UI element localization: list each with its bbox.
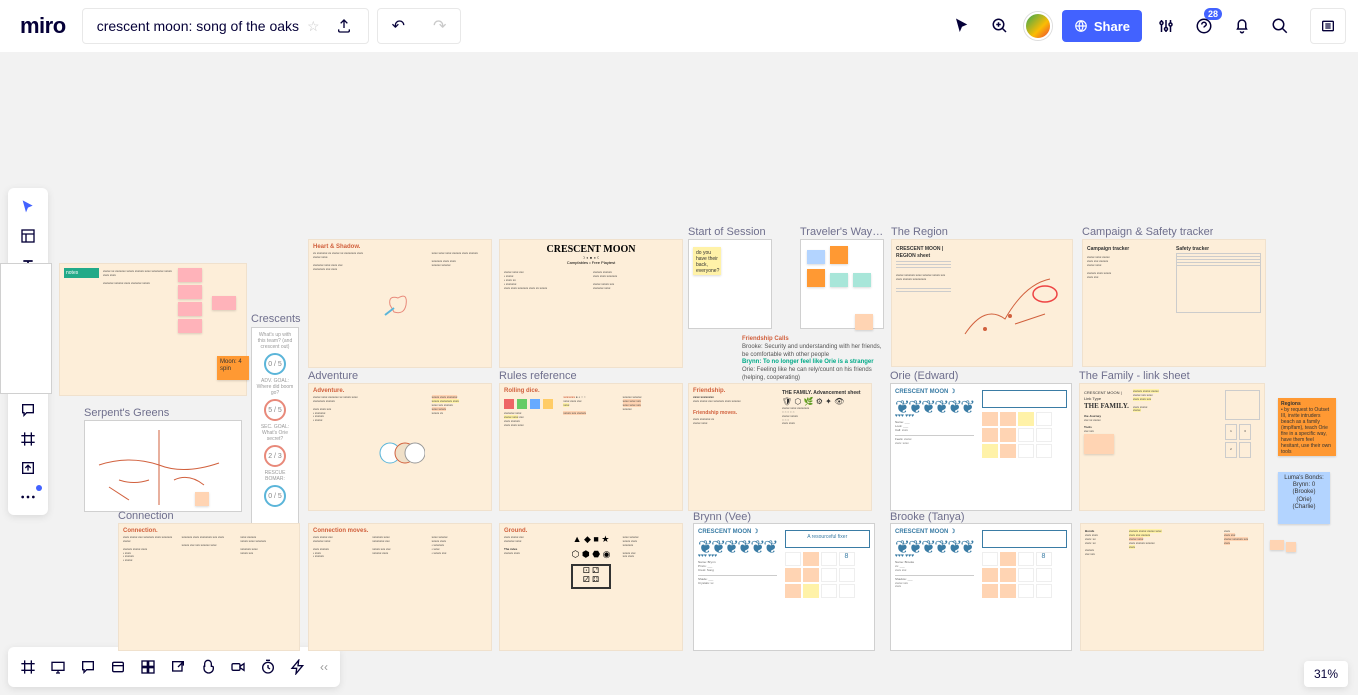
- frame-rules[interactable]: Rolling dice. xxxxxxx xxxxxxxxx xxxx xxx…: [499, 383, 683, 511]
- cursor-mode-icon[interactable]: [948, 12, 976, 40]
- frame-label-orie[interactable]: Orie (Edward): [890, 370, 958, 382]
- bonds-b: (Brooke): [1292, 489, 1315, 495]
- frame-extra-sheet[interactable]: Bondsxxxx xxxxxxxx: xxxxxx: xxxxxxxxxxx …: [1080, 523, 1264, 651]
- cs-title-brooke: CRESCENT MOON ☽: [895, 528, 974, 535]
- search-icon[interactable]: [1266, 12, 1294, 40]
- bonds-c: (Orie): [1296, 497, 1311, 503]
- sticky-mini-1[interactable]: [1270, 540, 1284, 550]
- frame-family[interactable]: CRESCENT MOON | Link Type THE FAMILY. th…: [1079, 383, 1265, 511]
- zoom-plus-icon[interactable]: [986, 12, 1014, 40]
- sticky-travelers-extra[interactable]: [855, 314, 873, 330]
- frame-label-travelers[interactable]: Traveler's Wayp…: [800, 226, 884, 238]
- cs-title-orie: CRESCENT MOON ☽: [895, 388, 974, 395]
- frame-brynn[interactable]: CRESCENT MOON ☽ ❦❦❦❦❦❦ ♥♥♥ ♥♥♥ Name: Bry…: [693, 523, 875, 651]
- frame-label-family[interactable]: The Family - link sheet: [1079, 370, 1190, 382]
- sticky-regions[interactable]: Regions• by request to Outset III, invit…: [1278, 398, 1336, 456]
- frame-connection[interactable]: Connection. xxxx xxxxx xxx xxxxxxx xxxx …: [118, 523, 300, 651]
- bonds-d: (Charlie): [1292, 504, 1315, 510]
- sticky-mini-2[interactable]: [1286, 542, 1296, 552]
- frame-label-region[interactable]: The Region: [891, 226, 948, 238]
- redo-button[interactable]: ↷: [419, 16, 460, 36]
- frame-label-brynn[interactable]: Brynn (Vee): [693, 511, 751, 523]
- frame-region[interactable]: CRESCENT MOON | REGION sheet xxxxx xxxxx…: [891, 239, 1073, 367]
- frame-crescents[interactable]: What's up with this team? (and crescent …: [251, 327, 299, 551]
- frame-label-tracker[interactable]: Campaign & Safety tracker: [1082, 226, 1213, 238]
- sticky-serpents[interactable]: [195, 492, 209, 506]
- board-title[interactable]: crescent moon: song of the oaks: [97, 18, 299, 34]
- fc-title: Friendship Calls: [742, 336, 882, 344]
- frame-partial-left[interactable]: [0, 263, 52, 394]
- cs-title-brynn: CRESCENT MOON ☽: [698, 528, 777, 535]
- frame-adventure[interactable]: Adventure. xxxxx xxxx xxxxxxx xx xxxxx x…: [308, 383, 492, 511]
- frame-serpents[interactable]: [84, 420, 242, 512]
- crescent-circle-3: 2 / 3: [264, 445, 286, 467]
- fc-line-3: Orie: Feeling like he can rely/count on …: [742, 367, 882, 383]
- share-button[interactable]: Share: [1062, 10, 1142, 42]
- heading-friendship: Friendship.: [693, 388, 778, 394]
- help-icon[interactable]: 28: [1190, 12, 1218, 40]
- sticky-start[interactable]: do you have their back, everyone?: [693, 247, 721, 275]
- fc-line-2: Brynn: To no longer feel like Orie is a …: [742, 359, 882, 367]
- crescent-label-4: RESCUE BOMAR:: [256, 470, 294, 482]
- fc-line-1: Brooke: Security and understanding with …: [742, 344, 882, 360]
- notification-badge: 28: [1204, 8, 1222, 20]
- sticky-bonds[interactable]: Luma's Bonds: Brynn: 0 (Brooke) (Orie) (…: [1278, 472, 1330, 524]
- export-icon[interactable]: [328, 18, 360, 34]
- heading-fam2: THE FAMILY.: [1084, 402, 1129, 410]
- board-title-box: crescent moon: song of the oaks ☆: [82, 8, 369, 44]
- crescent-label-3: SEC. GOAL: What's Orie secret?: [256, 424, 294, 442]
- floating-friendship-calls[interactable]: Friendship Calls Brooke: Security and un…: [742, 336, 882, 383]
- heading-fam: THE FAMILY. Advancement sheet: [782, 390, 861, 396]
- frame-friendship[interactable]: Friendship. xxxx xxxxxxxxxxxx xxxxx xxx …: [688, 383, 872, 511]
- crescent-label-2: ADV. GOAL: Where did boom go?: [256, 378, 294, 396]
- frame-label-adventure[interactable]: Adventure: [308, 370, 358, 382]
- cs-box-brynn: A resourceful fixer: [785, 530, 871, 548]
- frame-connection-moves[interactable]: Connection moves. xxxx xxxxx xxxxxxxxxx …: [308, 523, 492, 651]
- frame-label-rules[interactable]: Rules reference: [499, 370, 577, 382]
- canvas[interactable]: notes xxxxx xx xxxxxxx xxxxx xxxxxx xxxx…: [0, 52, 1358, 695]
- settings-icon[interactable]: [1152, 12, 1180, 40]
- frame-label-start[interactable]: Start of Session: [688, 226, 766, 238]
- share-label: Share: [1094, 19, 1130, 34]
- frame-label-connection[interactable]: Connection: [118, 510, 174, 522]
- sticky-moon[interactable]: Moon: 4 spin: [217, 356, 249, 380]
- logo-title: CRESCENT MOON: [504, 244, 678, 255]
- crescent-circle-1: 0 / 5: [264, 353, 286, 375]
- hide-panel-icon[interactable]: [1310, 8, 1346, 44]
- undo-redo-group: ↶ ↷: [377, 8, 462, 44]
- bell-icon[interactable]: [1228, 12, 1256, 40]
- frame-label-serpents[interactable]: Serpent's Greens: [84, 407, 169, 419]
- frame-heart-shadow[interactable]: Heart & Shadow. xx xxxxxxx xx xxxxx xx x…: [308, 239, 492, 368]
- star-icon[interactable]: ☆: [307, 18, 320, 35]
- crescent-circle-4: 0 / 5: [264, 485, 286, 507]
- frame-logo-sheet[interactable]: CRESCENT MOON ☽ ◐ ● ◑ ☾ Campfables • Fre…: [499, 239, 683, 368]
- frame-ground[interactable]: Ground. xxxx xxxxx xxxxxxxxxx xxxxThe ru…: [499, 523, 683, 651]
- frame-label-crescents[interactable]: Crescents: [251, 313, 301, 325]
- frame-tracker[interactable]: Campaign trackerxxxxx xxxx xxxxxxxxx xxx…: [1082, 239, 1266, 367]
- logo[interactable]: miro: [12, 13, 74, 39]
- logo-subtitle: Campfables • Free Playtest: [504, 260, 678, 265]
- bonds-title: Luma's Bonds:: [1284, 475, 1324, 481]
- sticky-regions-title: Regions: [1281, 401, 1301, 407]
- frame-orie[interactable]: CRESCENT MOON ☽ ❦❦❦❦❦❦ ♥♥♥ ♥♥♥ Name: ___…: [890, 383, 1072, 511]
- frame-label-brooke[interactable]: Brooke (Tanya): [890, 511, 965, 523]
- crescent-circle-2: 5 / 5: [264, 399, 286, 421]
- user-avatar[interactable]: [1024, 12, 1052, 40]
- undo-button[interactable]: ↶: [378, 16, 419, 36]
- frame-brooke[interactable]: CRESCENT MOON ☽ ❦❦❦❦❦❦ ♥♥♥ ♥♥♥ Name: Bro…: [890, 523, 1072, 651]
- bonds-a: Brynn: 0: [1293, 482, 1315, 488]
- crescent-label-1: What's up with this team? (and crescent …: [256, 332, 294, 350]
